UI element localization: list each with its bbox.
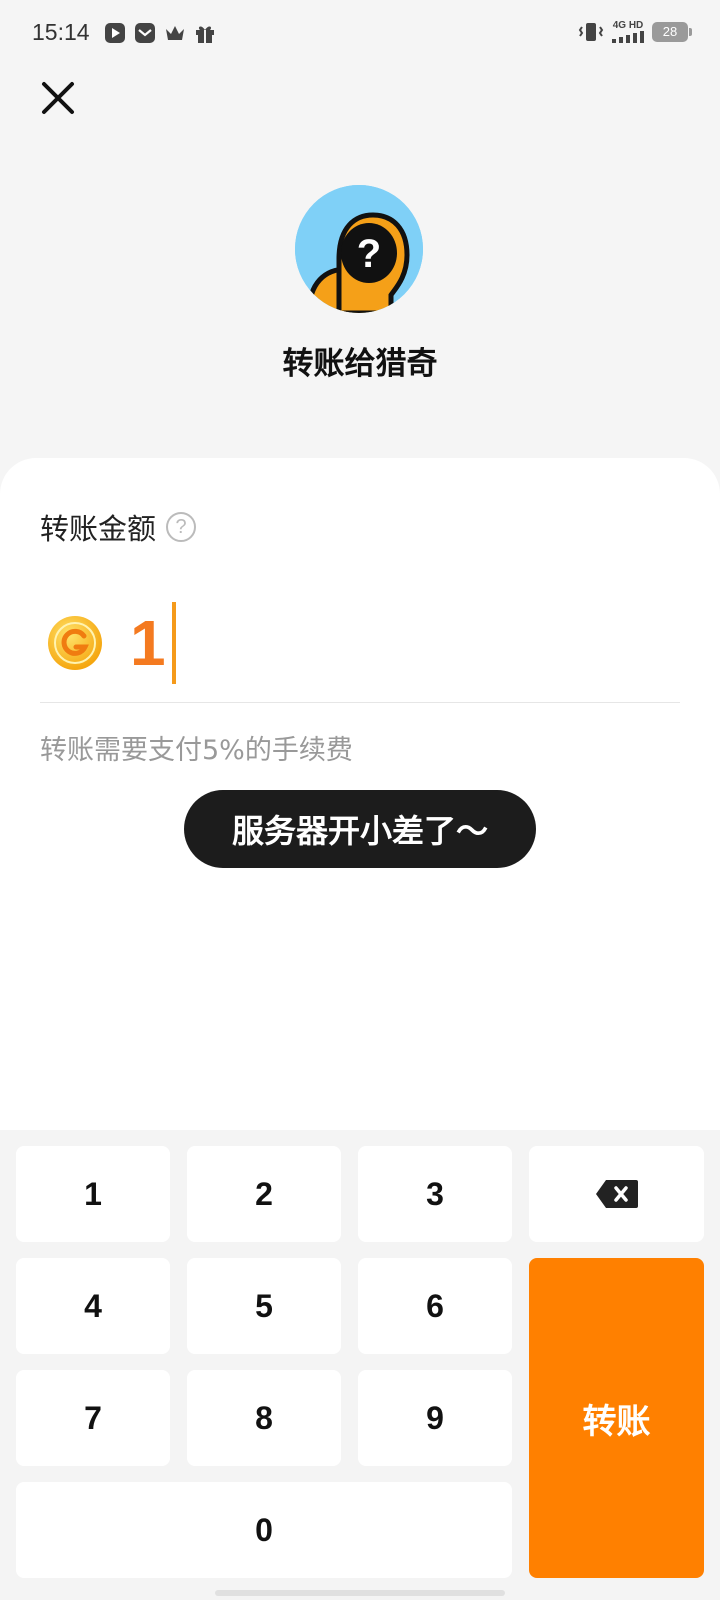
battery-indicator: 28 xyxy=(652,21,692,42)
amount-label: 转账金额 xyxy=(40,512,157,546)
recipient-avatar: ? xyxy=(295,185,423,313)
key-2[interactable]: 2 xyxy=(187,1146,341,1242)
fee-note: 转账需要支付5%的手续费 xyxy=(40,735,353,766)
crown-icon xyxy=(166,26,184,40)
status-notification-icons xyxy=(104,22,216,44)
status-bar: 15:14 4G HD 28 xyxy=(0,0,720,66)
error-toast: 服务器开小差了～ xyxy=(184,790,536,868)
coin-icon xyxy=(48,616,102,670)
key-8[interactable]: 8 xyxy=(187,1370,341,1466)
svg-text:?: ? xyxy=(357,232,381,276)
signal-icon xyxy=(612,31,644,43)
key-7[interactable]: 7 xyxy=(16,1370,170,1466)
divider xyxy=(40,702,680,703)
amount-label-row: 转账金额 ? xyxy=(40,506,197,548)
key-4[interactable]: 4 xyxy=(16,1258,170,1354)
key-1[interactable]: 1 xyxy=(16,1146,170,1242)
avatar-image: ? xyxy=(295,185,423,313)
text-cursor xyxy=(171,602,176,684)
transfer-button[interactable]: 转账 xyxy=(529,1258,704,1578)
help-icon[interactable]: ? xyxy=(166,512,197,542)
backspace-key[interactable] xyxy=(529,1146,704,1242)
key-6[interactable]: 6 xyxy=(358,1258,512,1354)
key-5[interactable]: 5 xyxy=(187,1258,341,1354)
numeric-keypad: 1 2 3 4 5 6 7 8 9 0 转账 xyxy=(0,1130,720,1600)
message-icon xyxy=(135,23,155,43)
recipient-title: 转账给猎奇 xyxy=(282,346,438,382)
key-0[interactable]: 0 xyxy=(16,1482,512,1578)
status-time: 15:14 xyxy=(32,19,90,45)
key-3[interactable]: 3 xyxy=(358,1146,512,1242)
backspace-icon xyxy=(595,1180,638,1208)
home-indicator[interactable] xyxy=(215,1590,505,1596)
play-icon xyxy=(105,23,125,43)
status-system-icons: 4G HD 28 xyxy=(578,20,692,43)
close-button[interactable] xyxy=(36,76,80,120)
signal-indicator: 4G HD xyxy=(612,20,644,43)
amount-value: 1 xyxy=(130,607,166,679)
network-type: 4G HD xyxy=(612,20,644,31)
vibrate-icon xyxy=(578,22,604,41)
amount-input[interactable]: 1 xyxy=(46,598,176,688)
close-icon xyxy=(42,82,74,114)
gift-icon xyxy=(196,26,214,43)
key-9[interactable]: 9 xyxy=(358,1370,512,1466)
